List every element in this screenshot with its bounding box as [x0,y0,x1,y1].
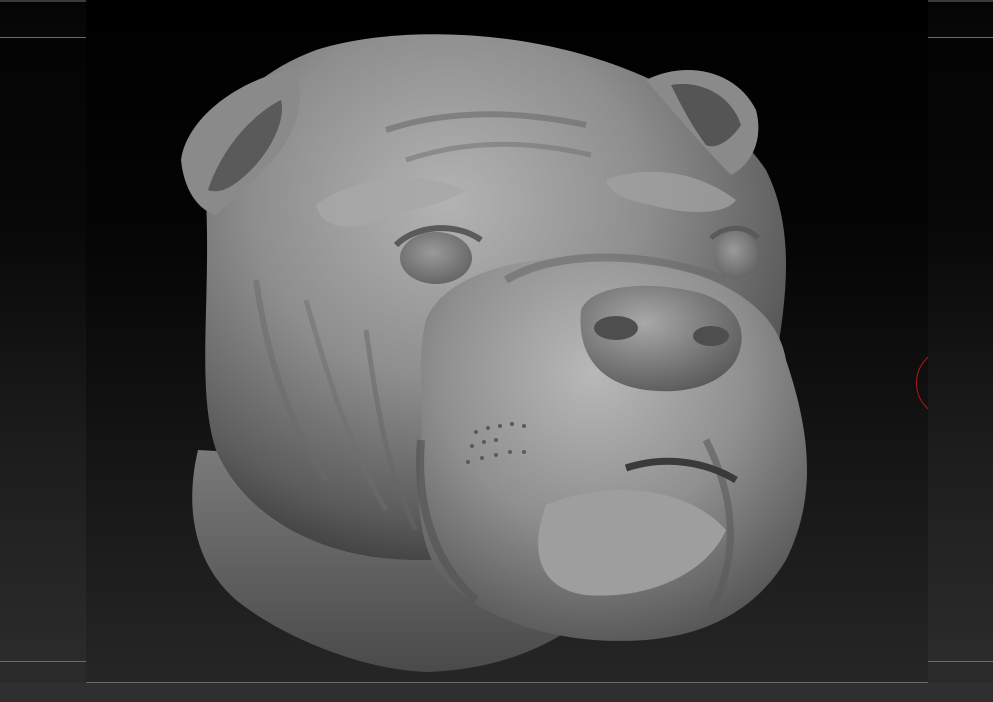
left-side-panel [0,38,86,662]
left-panel-bottom-rule [0,661,86,662]
left-nostril [594,316,638,340]
sculpt-viewport-canvas[interactable] [86,0,928,682]
right-panel-bottom-rule [928,661,993,662]
navigation-gizmo[interactable] [916,340,928,426]
left-eye [400,232,472,284]
right-nostril [693,326,729,346]
bulldog-head-model[interactable] [86,0,928,682]
right-side-panel [928,38,993,662]
right-panel-top-rule [928,37,993,38]
rotation-ring-icon[interactable] [916,348,928,418]
bottom-status-bar [0,683,993,702]
sculpt-app-window [0,0,993,702]
left-panel-top-rule [0,37,86,38]
right-eye [714,231,758,279]
